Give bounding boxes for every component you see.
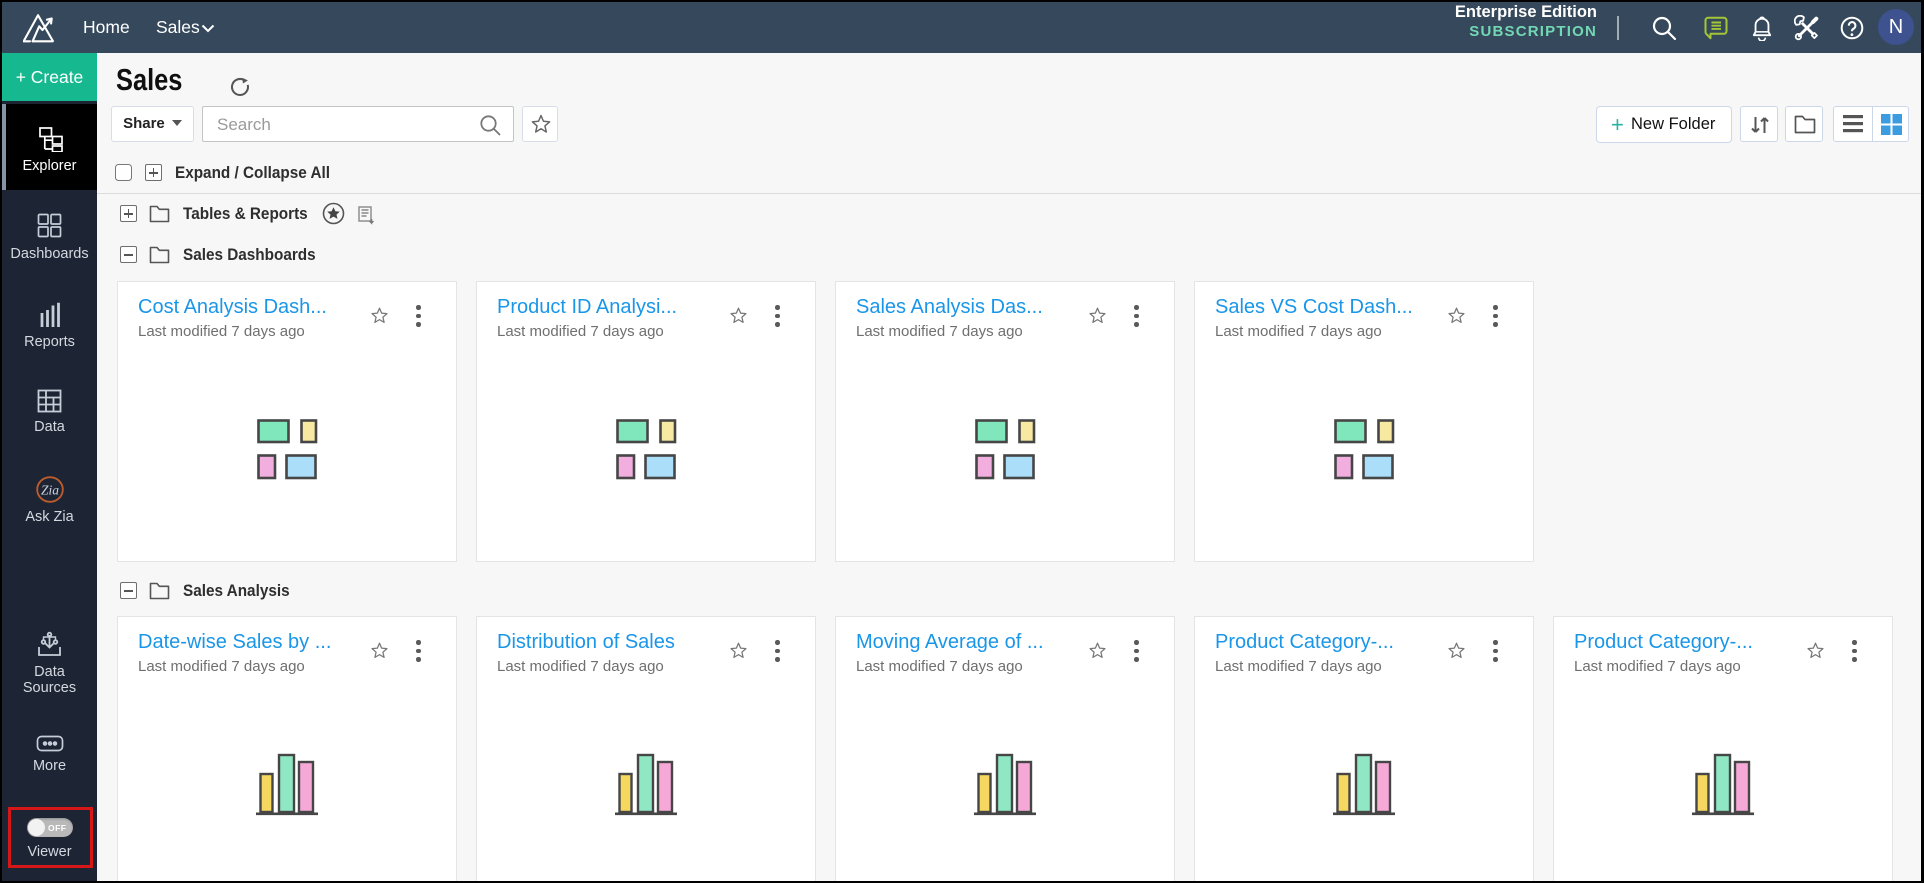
svg-text:Zia: Zia [40,483,58,498]
